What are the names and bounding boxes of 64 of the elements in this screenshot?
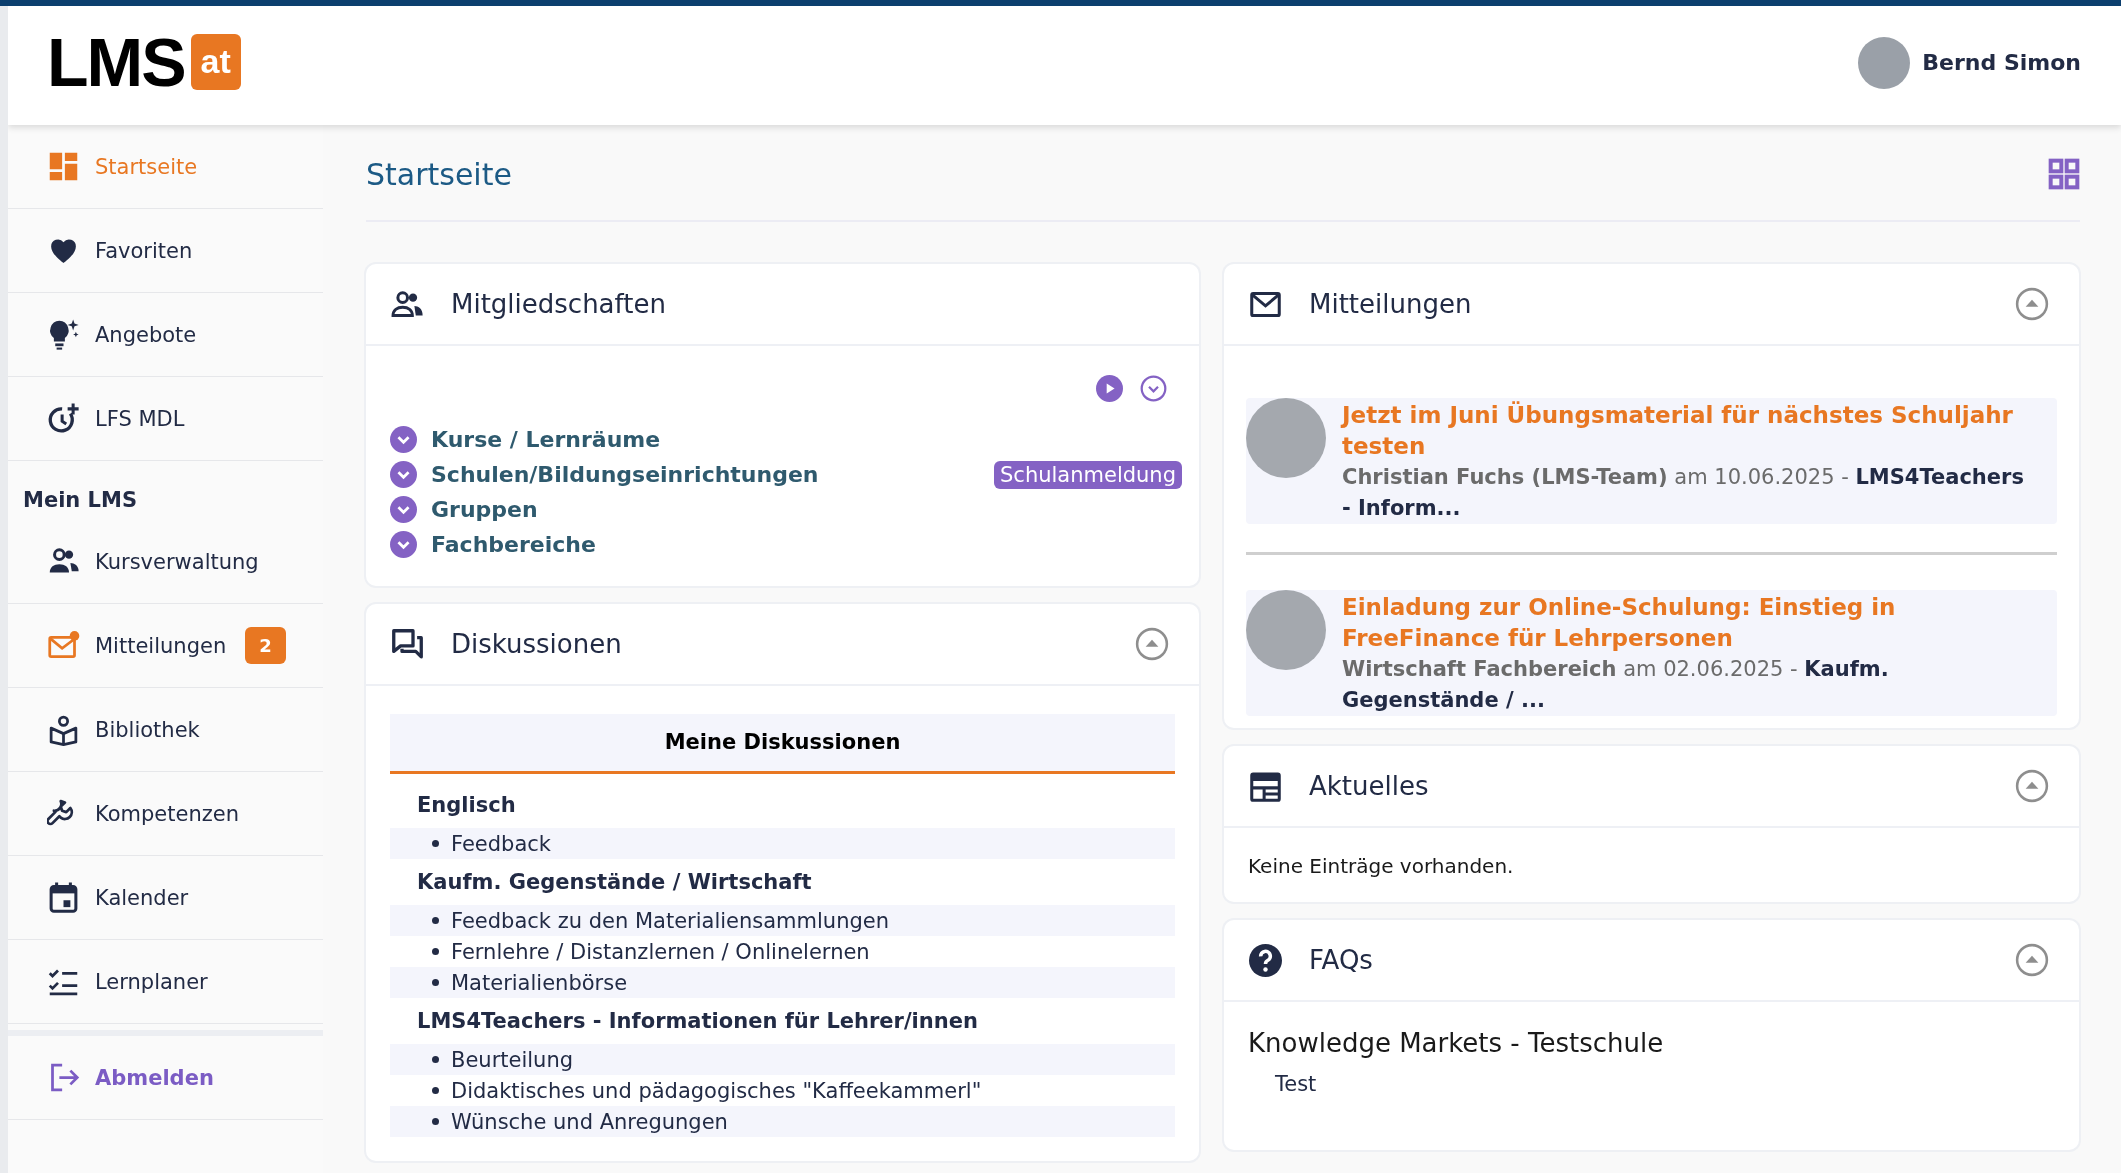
chevron-icon[interactable] <box>390 426 417 453</box>
discussion-link[interactable]: Fernlehre / Distanzlernen / Onlinelernen <box>451 939 870 964</box>
nav-item[interactable]: Angebote <box>8 293 323 377</box>
collapse-icon[interactable] <box>2015 769 2049 803</box>
tab[interactable]: Meine Diskussionen <box>390 714 1175 774</box>
count-badge: 2 <box>245 627 286 664</box>
calendar-icon <box>47 881 80 914</box>
signup-button[interactable]: Schulanmeldung <box>994 460 1182 489</box>
group-heading: LMS4Teachers - Informationen für Lehrer/innen <box>416 1008 979 1035</box>
faq-category: Knowledge Markets - Testschule <box>1248 1028 1665 1058</box>
category-link[interactable]: Kurse / Lernräume <box>431 427 1175 452</box>
category-link[interactable]: Gruppen <box>431 497 1175 522</box>
nav-item[interactable]: Mitteilungen 2 <box>8 604 323 688</box>
logout-link[interactable]: Abmelden <box>8 1030 323 1120</box>
nav-item[interactable]: Kalender <box>8 856 323 940</box>
message-info: Wirtschaft Fachbereich am 02.06.2025 - Kaufm. Gegenstände / ... <box>1342 656 1890 714</box>
expand-all-icon[interactable] <box>1140 375 1167 402</box>
chevron-icon[interactable] <box>390 496 417 523</box>
clock-plus-icon <box>47 402 80 435</box>
logo: LMS at <box>47 27 241 104</box>
card-title: FAQs <box>1309 945 1374 975</box>
chat-icon <box>391 627 424 661</box>
nav-item[interactable]: Kompetenzen <box>8 772 323 856</box>
play-icon[interactable] <box>1096 375 1123 402</box>
help-icon <box>1249 943 1282 977</box>
bullet-icon <box>432 979 439 986</box>
section-heading: Mein LMS <box>22 487 138 514</box>
chevron-icon[interactable] <box>390 531 417 558</box>
discussion-link[interactable]: Materialienbörse <box>451 970 628 995</box>
discussion-link[interactable]: Beurteilung <box>451 1047 574 1072</box>
bullet-icon <box>432 840 439 847</box>
nav-item[interactable]: Bibliothek <box>8 688 323 772</box>
nav-item[interactable]: Kursverwaltung <box>8 520 323 604</box>
discussion-link[interactable]: Feedback <box>451 831 551 856</box>
page-title: Startseite <box>366 156 512 192</box>
group-heading: Englisch <box>416 792 517 819</box>
lightbulb-icon <box>47 318 80 351</box>
nav-item[interactable]: LFS MDL <box>8 377 323 461</box>
book-person-icon <box>47 713 80 746</box>
card-title: Mitteilungen <box>1309 289 1473 319</box>
user-name[interactable]: Bernd Simon <box>1922 50 2081 75</box>
message-info: Christian Fuchs (LMS-Team) am 10.06.2025 - LMS4Teachers - Inform... <box>1342 464 2025 522</box>
grid-icon[interactable] <box>2048 158 2080 190</box>
bullet-icon <box>432 1056 439 1063</box>
card-title: Aktuelles <box>1309 771 1430 801</box>
discussion-link[interactable]: Didaktisches und pädagogisches "Kaffeekammerl" <box>451 1078 982 1103</box>
bullet-icon <box>432 1087 439 1094</box>
collapse-icon[interactable] <box>1135 627 1169 661</box>
nav-item[interactable]: Favoriten <box>8 209 323 293</box>
bullet-icon <box>432 917 439 924</box>
dashboard-icon <box>47 150 80 183</box>
card-title: Mitgliedschaften <box>451 289 667 319</box>
chevron-icon[interactable] <box>390 461 417 488</box>
card-title: Diskussionen <box>451 629 623 659</box>
bullet-icon <box>432 948 439 955</box>
nav-item[interactable]: Lernplaner <box>8 940 323 1024</box>
category-link[interactable]: Schulen/Bildungseinrichtungen <box>431 462 980 487</box>
category-link[interactable]: Fachbereiche <box>431 532 1175 557</box>
group-heading: Kaufm. Gegenstände / Wirtschaft <box>416 869 813 896</box>
empty-text: Keine Einträge vorhanden. <box>1248 854 1515 878</box>
faq-link[interactable]: Test <box>1248 1072 2055 1096</box>
collapse-icon[interactable] <box>2015 287 2049 321</box>
collapse-icon[interactable] <box>2015 943 2049 977</box>
bullet-icon <box>432 1118 439 1125</box>
